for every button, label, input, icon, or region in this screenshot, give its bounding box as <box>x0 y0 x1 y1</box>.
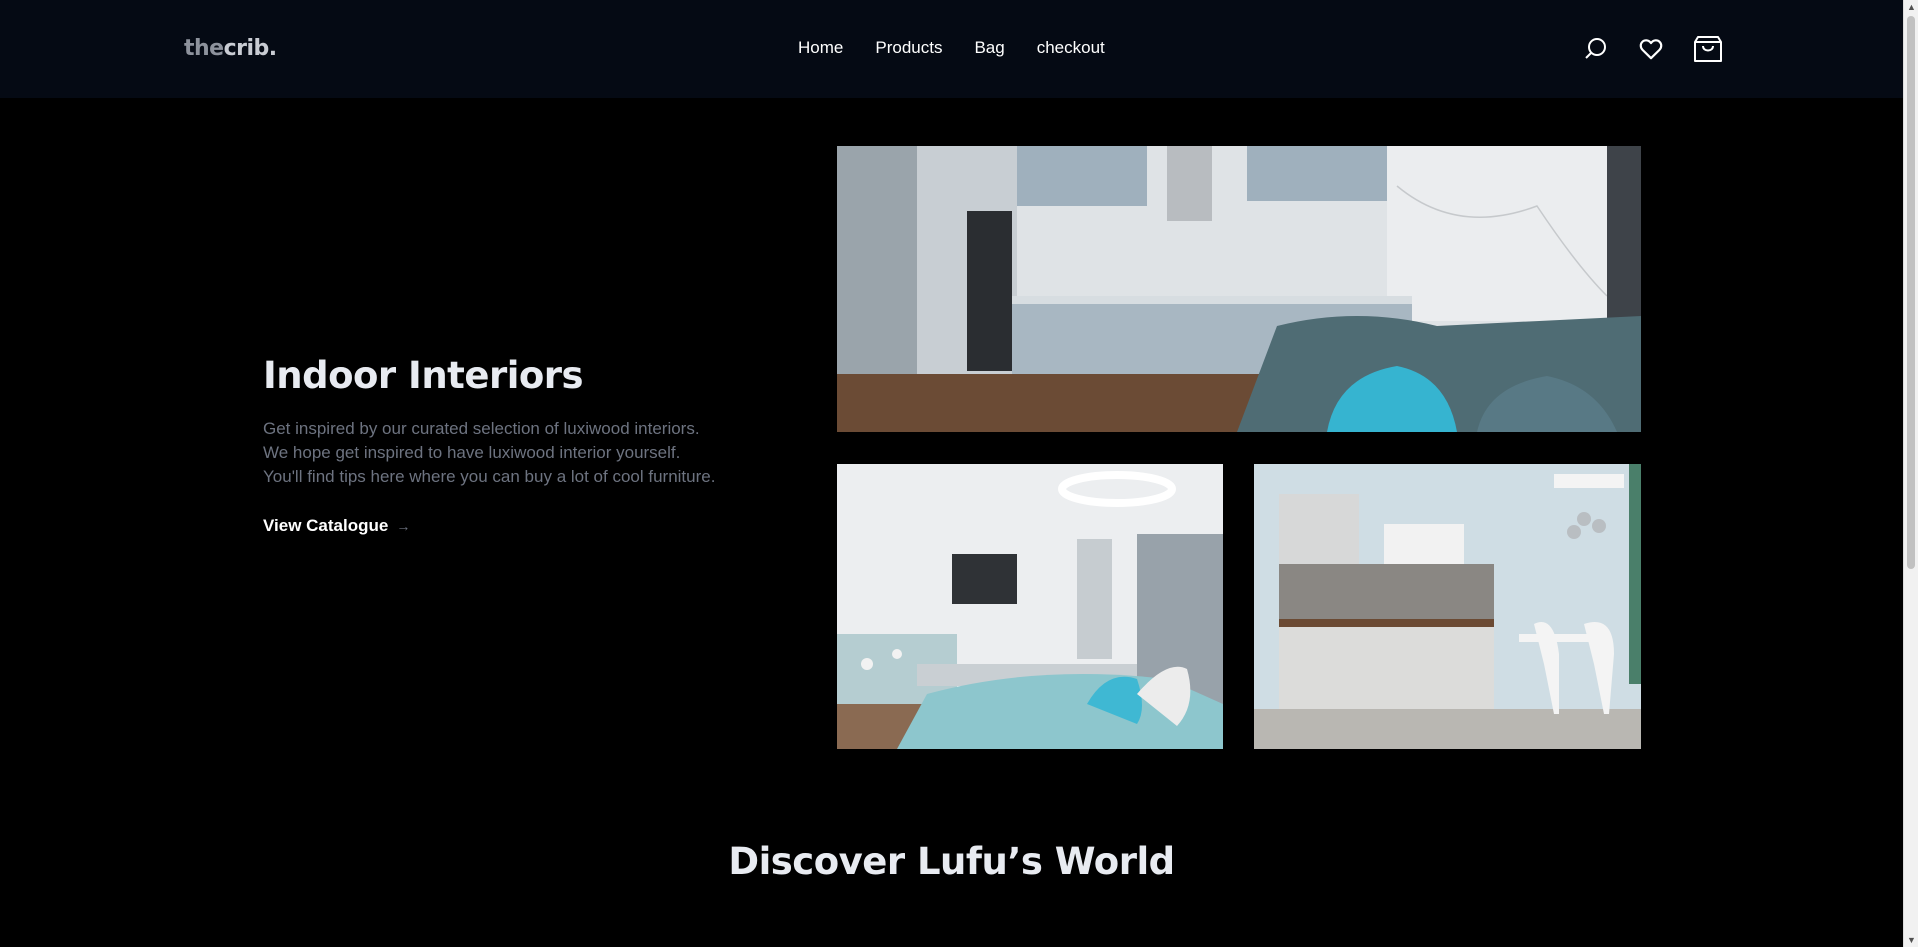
scroll-down-icon[interactable]: ▼ <box>1907 935 1916 945</box>
brand-logo[interactable]: thecrib. <box>184 36 277 61</box>
hero-description-line: You'll find tips here where you can buy … <box>263 467 716 486</box>
arrow-right-icon: → <box>396 518 411 534</box>
search-icon[interactable] <box>1583 36 1609 62</box>
scroll-up-icon[interactable]: ▲ <box>1907 2 1916 12</box>
scrollbar-thumb[interactable] <box>1907 16 1915 569</box>
nav-link-checkout[interactable]: checkout <box>1037 38 1105 58</box>
nav-link-bag[interactable]: Bag <box>974 38 1004 58</box>
living-room-image <box>837 464 1223 749</box>
hero-description-line: We hope get inspired to have luxiwood in… <box>263 443 681 462</box>
hero-title: Indoor Interiors <box>263 354 584 397</box>
nav-link-home[interactable]: Home <box>798 38 843 58</box>
logo-prefix: the <box>184 36 224 61</box>
view-catalogue-label: View Catalogue <box>263 516 389 535</box>
header-actions <box>1580 36 1730 64</box>
kitchen-dining-image <box>1254 464 1641 749</box>
main-nav: Home Products Bag checkout <box>798 38 1105 58</box>
section-title: Discover Lufu’s World <box>728 840 1175 883</box>
hero-text-block: Indoor Interiors Get inspired by our cur… <box>263 354 763 489</box>
hero-description-line: Get inspired by our curated selection of… <box>263 419 700 438</box>
shopping-bag-icon[interactable] <box>1693 34 1723 64</box>
kitchen-living-room-image <box>837 146 1641 432</box>
page-scrollbar[interactable]: ▲ ▼ <box>1903 0 1918 947</box>
hero-description: Get inspired by our curated selection of… <box>263 417 763 489</box>
view-catalogue-link[interactable]: View Catalogue → <box>263 516 410 536</box>
heart-icon[interactable] <box>1638 36 1664 62</box>
nav-link-products[interactable]: Products <box>875 38 942 58</box>
logo-suffix: crib. <box>223 36 278 61</box>
site-header: thecrib. Home Products Bag checkout <box>0 0 1903 98</box>
